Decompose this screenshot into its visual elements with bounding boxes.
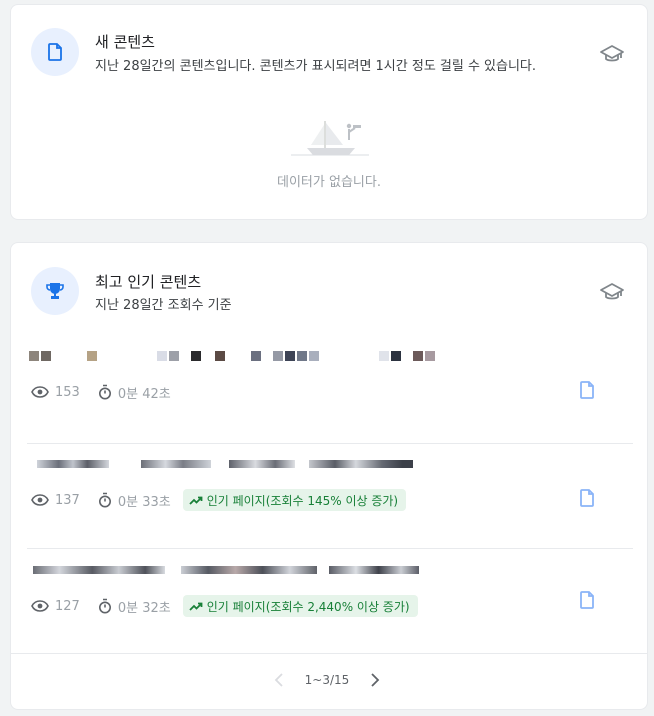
trending-up-icon bbox=[189, 496, 203, 505]
no-data-illustration bbox=[11, 115, 649, 165]
trending-badge: 인기 페이지(조회수 145% 이상 증가) bbox=[182, 489, 407, 511]
avg-duration: 0분 42초 bbox=[117, 386, 171, 402]
eye-icon bbox=[31, 386, 49, 398]
avg-duration: 0분 32초 bbox=[117, 600, 171, 616]
page-document-icon[interactable] bbox=[579, 381, 599, 403]
redacted-page-title[interactable] bbox=[29, 565, 449, 577]
no-data-text: 데이터가 없습니다. bbox=[277, 175, 381, 190]
top-content-subtitle: 지난 28일간 조회수 기준 bbox=[95, 298, 232, 313]
timer-icon bbox=[98, 598, 111, 614]
learn-graduation-cap-icon[interactable] bbox=[599, 281, 625, 303]
row-metrics: 127 0분 32초 인기 페이지(조회수 2,440% 이상 증가) bbox=[31, 595, 418, 617]
trending-text: 인기 페이지(조회수 145% 이상 증가) bbox=[206, 493, 399, 508]
top-content-card: 최고 인기 콘텐츠 지난 28일간 조회수 기준 153 0분 42초 137 … bbox=[10, 242, 648, 710]
next-page-chevron-right-icon[interactable] bbox=[363, 668, 387, 692]
row-divider bbox=[27, 548, 633, 549]
page-document-icon[interactable] bbox=[579, 489, 599, 511]
redacted-page-title[interactable] bbox=[29, 351, 449, 363]
new-content-title: 새 콘텐츠 bbox=[95, 33, 155, 51]
top-content-title: 최고 인기 콘텐츠 bbox=[95, 273, 202, 291]
page-document-icon[interactable] bbox=[579, 591, 599, 613]
previous-page-chevron-left-icon[interactable] bbox=[267, 668, 291, 692]
timer-icon bbox=[98, 492, 111, 508]
avg-duration: 0분 33초 bbox=[117, 494, 171, 510]
view-count: 153 bbox=[55, 384, 80, 400]
view-count: 137 bbox=[55, 492, 80, 508]
row-divider bbox=[27, 443, 633, 444]
pagination: 1~3/15 bbox=[0, 668, 654, 692]
trending-up-icon bbox=[189, 602, 203, 611]
timer-icon bbox=[98, 384, 111, 400]
redacted-page-title[interactable] bbox=[29, 459, 429, 471]
new-content-card: 새 콘텐츠 지난 28일간의 콘텐츠입니다. 콘텐츠가 표시되려면 1시간 정도… bbox=[10, 4, 648, 220]
eye-icon bbox=[31, 494, 49, 506]
trending-badge: 인기 페이지(조회수 2,440% 이상 증가) bbox=[182, 595, 418, 617]
eye-icon bbox=[31, 600, 49, 612]
row-metrics: 137 0분 33초 인기 페이지(조회수 145% 이상 증가) bbox=[31, 489, 407, 511]
pagination-range: 1~3/15 bbox=[304, 673, 350, 687]
trophy-icon bbox=[31, 267, 79, 315]
learn-graduation-cap-icon[interactable] bbox=[599, 43, 625, 65]
view-count: 127 bbox=[55, 598, 80, 614]
row-metrics: 153 0분 42초 bbox=[31, 381, 189, 403]
row-divider bbox=[11, 653, 647, 654]
document-icon bbox=[31, 28, 79, 76]
new-content-subtitle: 지난 28일간의 콘텐츠입니다. 콘텐츠가 표시되려면 1시간 정도 걸릴 수 … bbox=[95, 59, 537, 74]
trending-text: 인기 페이지(조회수 2,440% 이상 증가) bbox=[206, 599, 410, 614]
